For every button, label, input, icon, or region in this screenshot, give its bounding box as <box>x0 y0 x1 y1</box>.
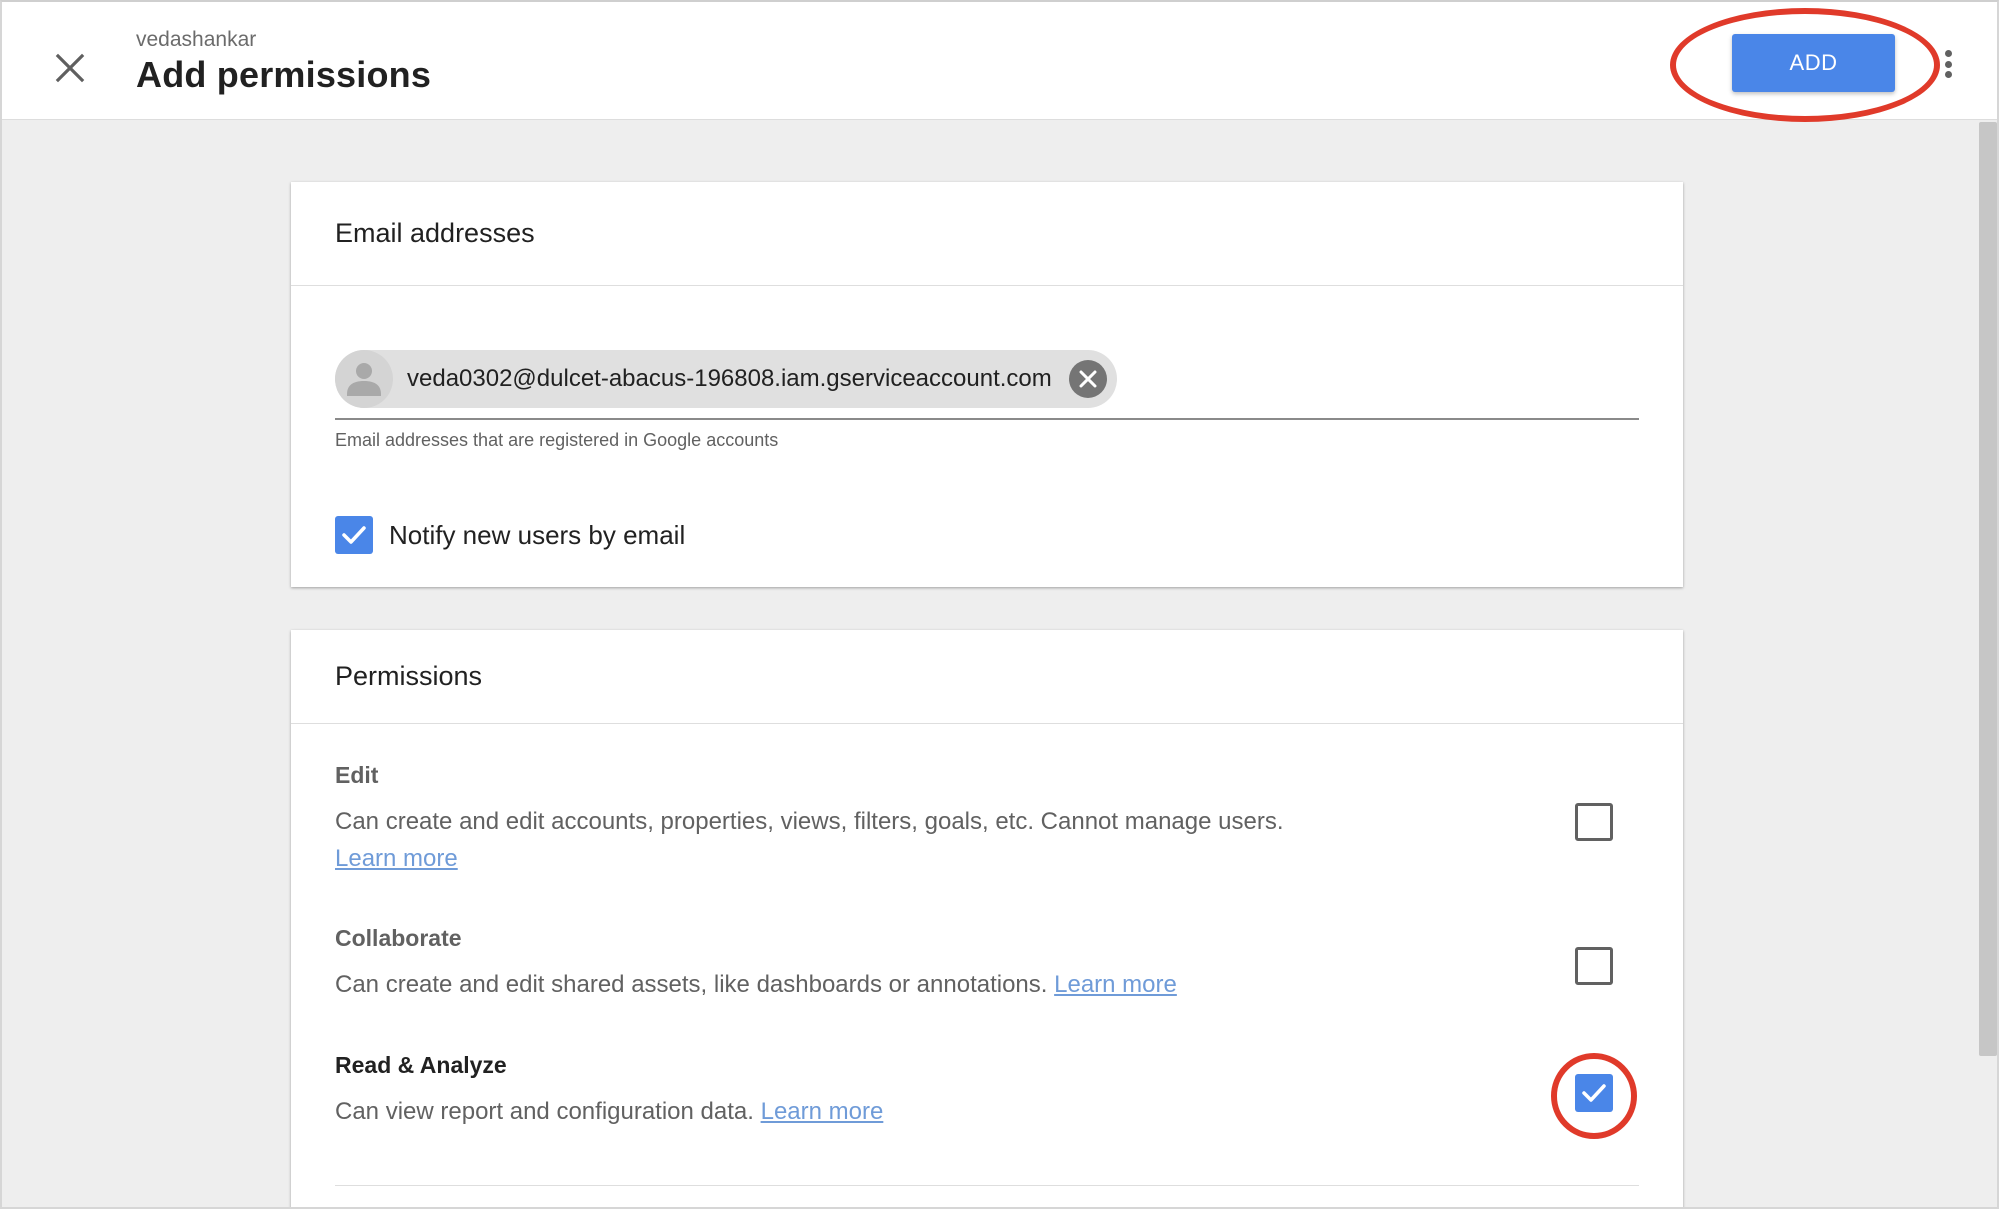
chip-remove-button[interactable] <box>1069 360 1107 398</box>
edit-checkbox[interactable] <box>1575 803 1613 841</box>
chip-email-text: veda0302@dulcet-abacus-196808.iam.gservi… <box>407 365 1052 392</box>
permission-edit-title: Edit <box>335 762 379 788</box>
edit-learn-more-link[interactable]: Learn more <box>335 845 458 872</box>
email-chip[interactable]: veda0302@dulcet-abacus-196808.iam.gservi… <box>335 350 1117 408</box>
close-icon <box>55 53 85 83</box>
more-options-button[interactable] <box>1938 48 1958 80</box>
email-addresses-card: Email addresses veda0302@dulcet-abacus-1… <box>291 182 1683 587</box>
person-icon <box>335 350 393 408</box>
email-helper-text: Email addresses that are registered in G… <box>335 430 779 450</box>
permissions-card-title: Permissions <box>291 630 1683 724</box>
scrollbar[interactable] <box>1979 122 1997 1056</box>
email-input-field[interactable]: veda0302@dulcet-abacus-196808.iam.gservi… <box>335 350 1639 420</box>
page-title: Add permissions <box>136 54 432 95</box>
permissions-card: Permissions Edit Can create and edit acc… <box>291 630 1683 1207</box>
permission-edit-desc: Can create and edit accounts, properties… <box>335 808 1284 872</box>
read-analyze-checkbox[interactable] <box>1575 1074 1613 1112</box>
close-button[interactable] <box>42 40 98 96</box>
add-button[interactable]: ADD <box>1732 34 1895 92</box>
notify-checkbox[interactable] <box>335 516 373 554</box>
account-name: vedashankar <box>136 28 257 51</box>
checkmark-icon <box>342 526 366 544</box>
permission-collaborate-title: Collaborate <box>335 925 462 951</box>
permission-edit: Edit Can create and edit accounts, prope… <box>335 762 1639 877</box>
notify-label: Notify new users by email <box>389 519 686 550</box>
collaborate-learn-more-link[interactable]: Learn more <box>1054 971 1177 998</box>
remove-circle-icon <box>1079 370 1097 388</box>
collaborate-checkbox[interactable] <box>1575 947 1613 985</box>
permission-collaborate: Collaborate Can create and edit shared a… <box>335 925 1639 1003</box>
permission-read-analyze: Read & Analyze Can view report and confi… <box>335 1052 1639 1130</box>
permission-collaborate-desc: Can create and edit shared assets, like … <box>335 971 1177 998</box>
checkmark-icon <box>1582 1084 1606 1102</box>
card-divider <box>335 1185 1639 1186</box>
header-bar: vedashankar Add permissions ADD <box>2 2 1997 122</box>
app-window: vedashankar Add permissions ADD Email ad… <box>0 0 1999 1209</box>
email-card-title: Email addresses <box>291 182 1683 286</box>
more-vert-icon <box>1944 50 1952 57</box>
permission-read-analyze-title: Read & Analyze <box>335 1052 507 1078</box>
read-analyze-learn-more-link[interactable]: Learn more <box>761 1098 884 1125</box>
permission-read-analyze-desc: Can view report and configuration data. … <box>335 1098 884 1125</box>
notify-row: Notify new users by email <box>335 516 685 554</box>
